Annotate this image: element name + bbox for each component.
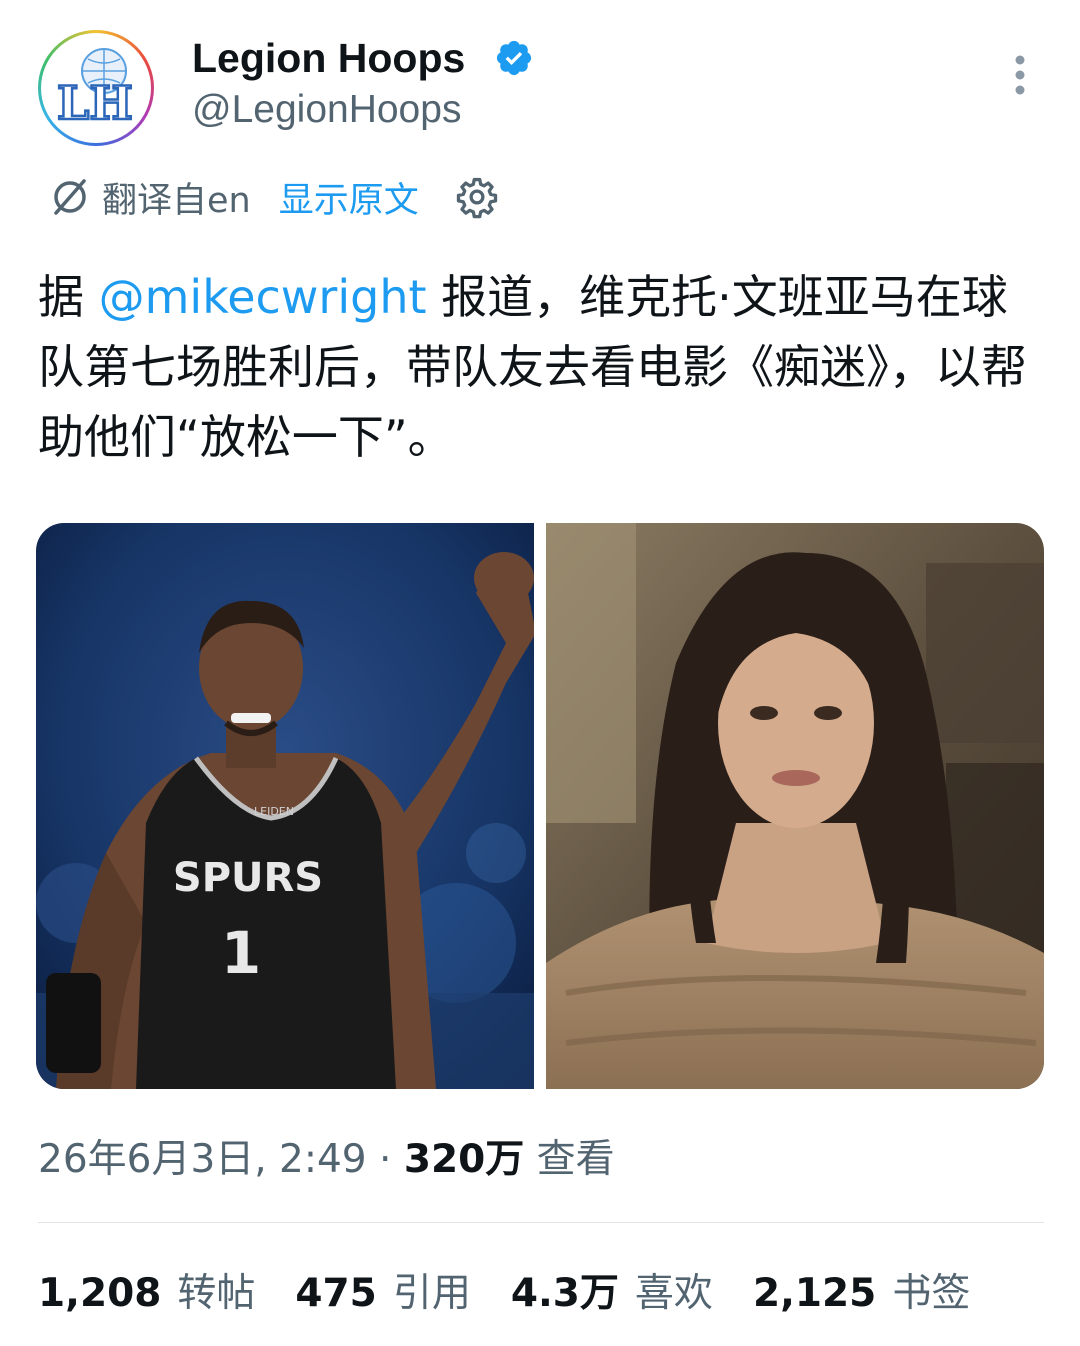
- tweet-text: 据 @mikecwright 报道，维克托·文班亚马在球队第七场胜利后，带队友去…: [38, 262, 1038, 472]
- views-count: 320万: [403, 1137, 525, 1182]
- jersey-number-text: 1: [221, 919, 261, 987]
- tweet-timestamp[interactable]: 26年6月3日, 2:49: [38, 1137, 367, 1182]
- quotes-count: 475: [295, 1271, 377, 1316]
- reposts-stat[interactable]: 1,208 转帖: [38, 1268, 255, 1320]
- show-original-link[interactable]: 显示原文: [279, 172, 419, 223]
- views-label: 查看: [524, 1137, 615, 1182]
- tweet-meta: 26年6月3日, 2:49 · 320万 查看: [38, 1134, 615, 1186]
- author-avatar[interactable]: LH: [38, 30, 154, 146]
- avatar-text: LH: [57, 76, 133, 130]
- reposts-count: 1,208: [38, 1271, 162, 1316]
- bookmarks-stat[interactable]: 2,125 书签: [753, 1268, 970, 1320]
- quotes-label: 引用: [392, 1271, 471, 1316]
- reposts-label: 转帖: [177, 1271, 256, 1316]
- translated-from-label: 翻译自en: [102, 180, 251, 221]
- jersey-patch-text: LEIDEN: [254, 805, 294, 818]
- photo-basketball-player[interactable]: LEIDEN SPURS 1: [36, 523, 534, 1089]
- bookmarks-count: 2,125: [752, 1271, 877, 1316]
- more-options-icon[interactable]: [1003, 52, 1037, 98]
- meta-separator: ·: [366, 1137, 404, 1182]
- likes-count: 4.3万: [510, 1271, 619, 1316]
- verified-badge-icon: [496, 40, 532, 76]
- likes-label: 喜欢: [634, 1271, 713, 1316]
- gear-icon[interactable]: [455, 175, 499, 219]
- translation-bar: 翻译自en 显示原文: [48, 172, 499, 222]
- engagement-stats: 1,208 转帖 475 引用 4.3万 喜欢 2,125 书签: [38, 1268, 1010, 1320]
- translate-icon: [54, 179, 86, 215]
- author-display-name[interactable]: Legion Hoops: [192, 34, 465, 82]
- quotes-stat[interactable]: 475 引用: [295, 1268, 470, 1320]
- tweet-text-prefix: 据: [38, 270, 99, 324]
- legion-hoops-logo: LH: [41, 33, 151, 143]
- author-handle[interactable]: @LegionHoops: [192, 86, 461, 134]
- likes-stat[interactable]: 4.3万 喜欢: [511, 1268, 713, 1320]
- bookmarks-label: 书签: [892, 1271, 971, 1316]
- tweet-media-grid: LEIDEN SPURS 1: [36, 523, 1044, 1089]
- photo-movie-still[interactable]: [546, 523, 1044, 1089]
- divider: [38, 1222, 1044, 1223]
- jersey-team-text: SPURS: [173, 855, 323, 901]
- mention-link[interactable]: @mikecwright: [99, 270, 427, 324]
